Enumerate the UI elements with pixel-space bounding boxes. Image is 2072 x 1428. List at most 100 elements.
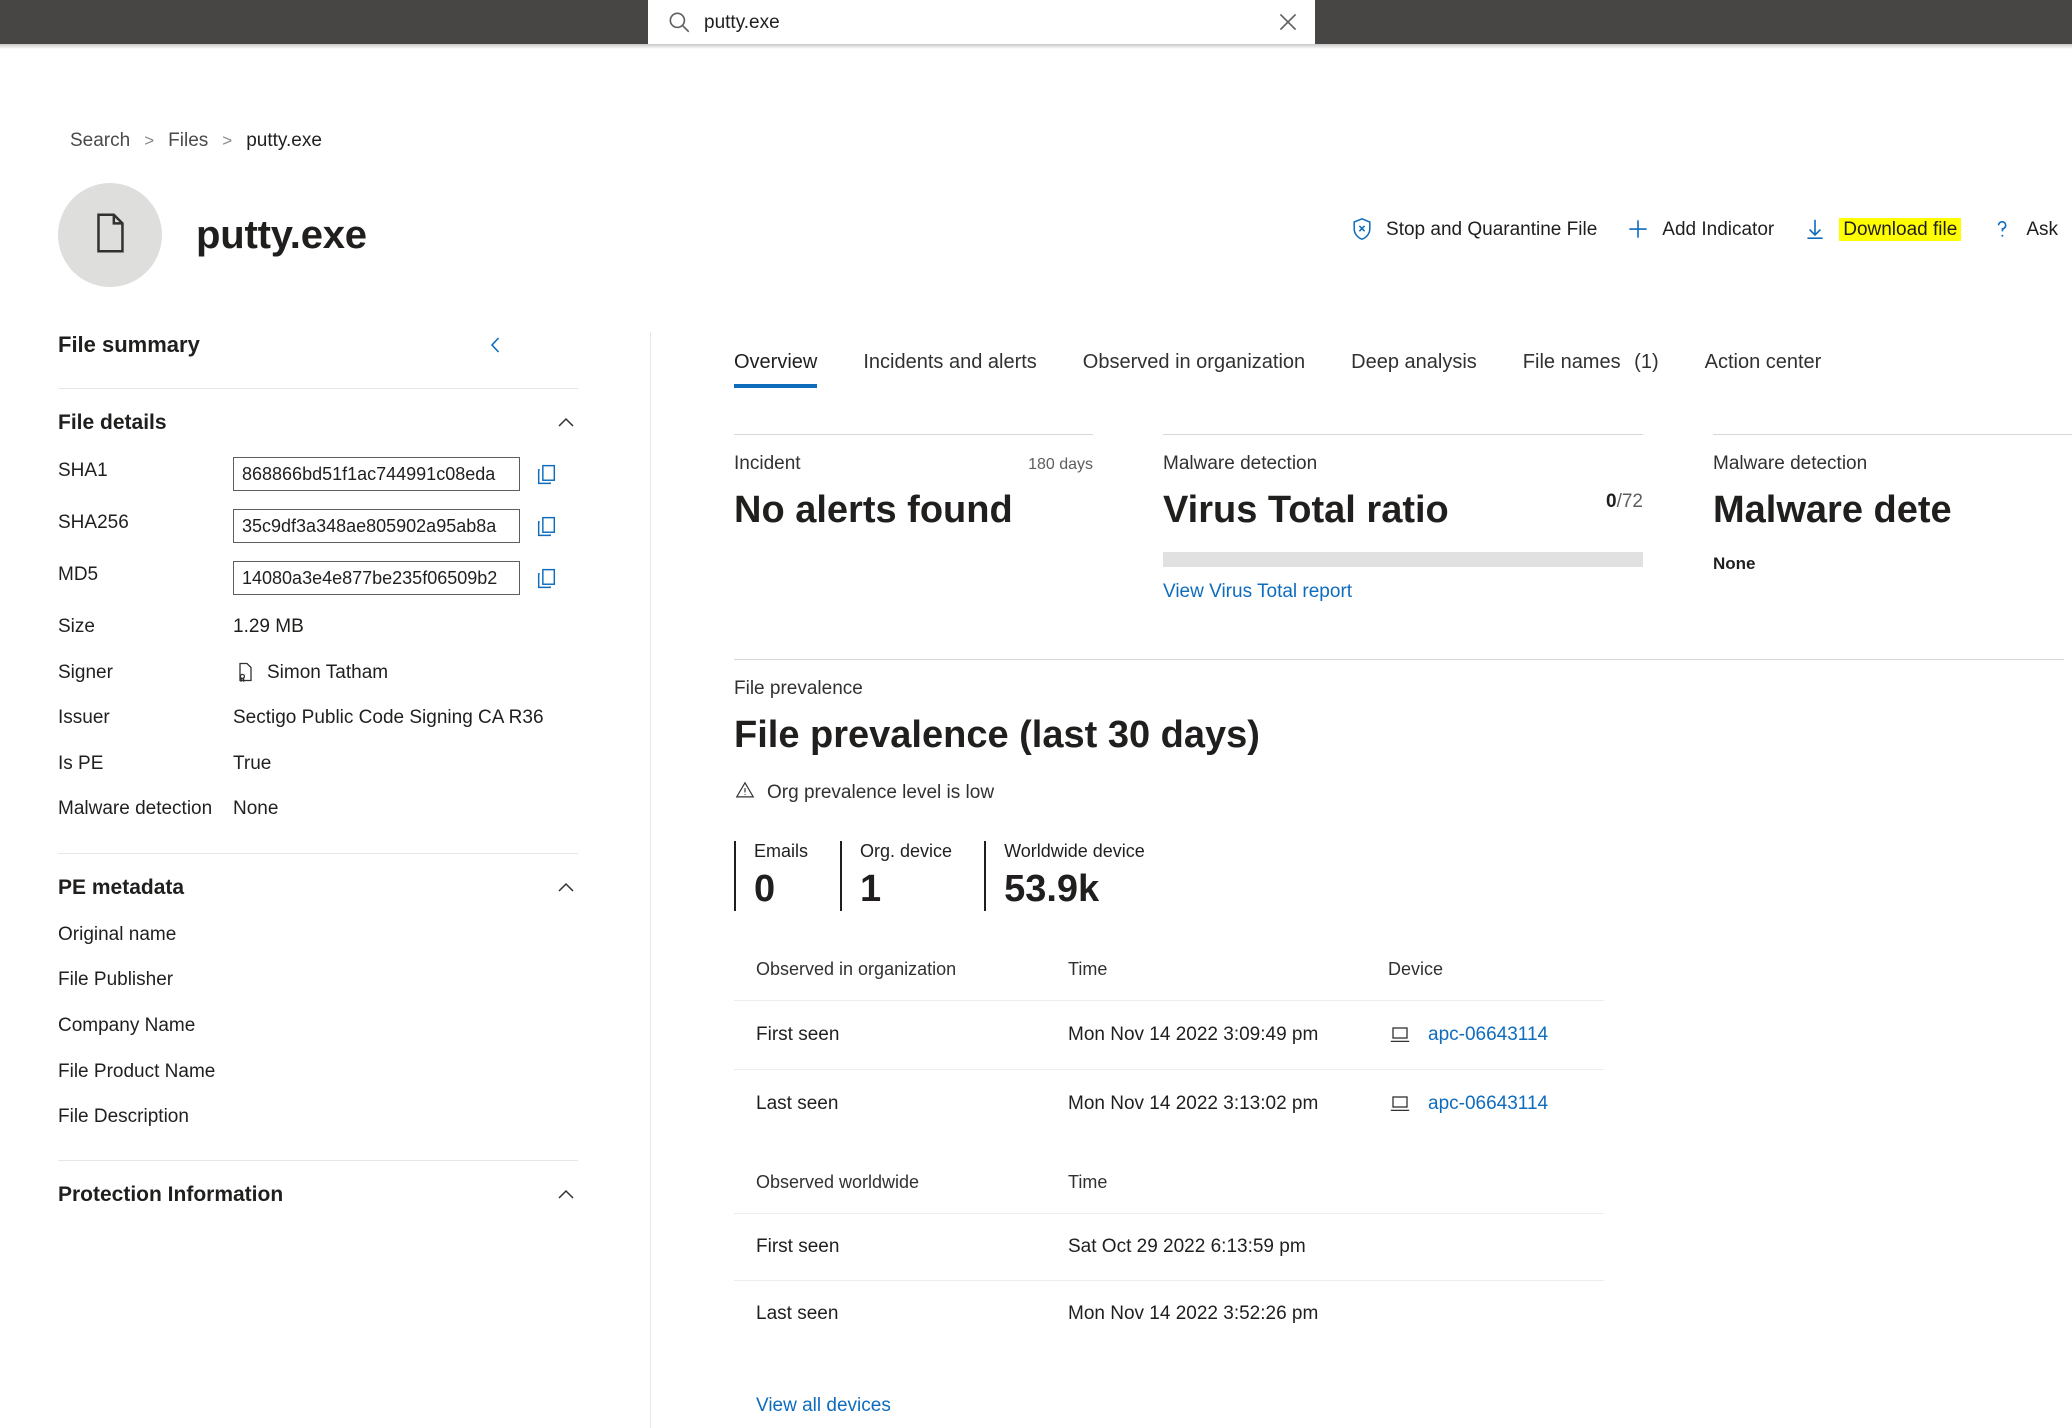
tab-incidents-and-alerts[interactable]: Incidents and alerts: [840, 351, 1059, 388]
pe-field-file-description: File Description: [58, 1106, 189, 1128]
protection-information-header[interactable]: Protection Information: [58, 1183, 578, 1207]
tab-deep-analysis[interactable]: Deep analysis: [1328, 351, 1500, 388]
main-panel: Overview Incidents and alerts Observed i…: [722, 332, 2072, 1417]
copy-icon[interactable]: [534, 462, 559, 487]
chevron-up-icon[interactable]: [554, 876, 578, 900]
warning-triangle-icon: [734, 779, 756, 807]
device-icon: [1388, 1023, 1412, 1047]
file-icon: [87, 210, 133, 261]
incident-status: No alerts found: [734, 489, 1013, 531]
tab-deep-analysis-label: Deep analysis: [1351, 351, 1477, 373]
top-header-bar: putty.exe: [0, 0, 2072, 44]
search-icon: [666, 9, 692, 35]
file-summary-title: File summary: [58, 332, 200, 357]
col-header-time: Time: [1068, 1172, 1108, 1192]
prevalence-stats: Emails 0 Org. device 1 Worldwide device …: [734, 841, 2064, 911]
worldwide-first-seen-time: Sat Oct 29 2022 6:13:59 pm: [1068, 1236, 1306, 1257]
prevalence-warning: Org prevalence level is low: [734, 779, 2064, 807]
worldwide-first-seen-label: First seen: [756, 1236, 840, 1257]
stop-and-quarantine-file-button[interactable]: Stop and Quarantine File: [1335, 210, 1611, 248]
view-all-devices-link[interactable]: View all devices: [756, 1395, 891, 1417]
page-title-row: putty.exe: [58, 183, 367, 287]
stat-worldwide-device-label: Worldwide device: [1004, 841, 1145, 861]
file-prevalence-section: File prevalence File prevalence (last 30…: [734, 659, 2064, 1417]
file-details-header[interactable]: File details: [58, 411, 578, 435]
breadcrumb-item-files[interactable]: Files: [168, 130, 208, 152]
breadcrumb-item-current: putty.exe: [246, 130, 322, 151]
chevron-left-icon[interactable]: [484, 333, 508, 357]
add-indicator-button[interactable]: Add Indicator: [1611, 210, 1788, 248]
section-protection-information: Protection Information: [58, 1159, 578, 1207]
tab-bar: Overview Incidents and alerts Observed i…: [722, 332, 2072, 388]
row-is-pe: Is PE True: [58, 750, 578, 778]
observed-worldwide-table: Observed worldwide Time First seen Sat O…: [734, 1172, 1604, 1347]
device-icon: [1388, 1092, 1412, 1116]
breadcrumb-item-search[interactable]: Search: [70, 130, 130, 152]
chevron-up-icon[interactable]: [554, 1183, 578, 1207]
table-header-row: Observed in organization Time Device: [734, 959, 1604, 1000]
ask-label: Ask: [2026, 218, 2058, 240]
command-bar: Stop and Quarantine File Add Indicator D…: [1335, 210, 2072, 248]
view-virus-total-report-link[interactable]: View Virus Total report: [1163, 581, 1352, 603]
tab-observed-in-organization[interactable]: Observed in organization: [1060, 351, 1328, 388]
pe-field-file-publisher: File Publisher: [58, 969, 174, 991]
table-row: Last seen Mon Nov 14 2022 3:13:02 pm apc…: [734, 1069, 1604, 1138]
md5-field[interactable]: 14080a3e4e877be235f06509b2: [233, 561, 520, 595]
stat-worldwide-device-value: 53.9k: [1004, 868, 1100, 910]
stop-and-quarantine-file-label: Stop and Quarantine File: [1386, 218, 1598, 240]
org-first-seen-time: Mon Nov 14 2022 3:09:49 pm: [1068, 1024, 1319, 1045]
org-first-seen-label: First seen: [756, 1024, 840, 1045]
org-last-seen-time: Mon Nov 14 2022 3:13:02 pm: [1068, 1093, 1319, 1114]
sha1-field[interactable]: 868866bd51f1ac744991c08eda: [233, 457, 520, 491]
prevalence-warning-text: Org prevalence level is low: [767, 782, 995, 803]
table-row: First seen Sat Oct 29 2022 6:13:59 pm: [734, 1213, 1604, 1280]
download-icon: [1802, 216, 1828, 242]
breadcrumb: Search > Files > putty.exe: [70, 130, 322, 152]
file-summary-sidebar: File summary File details SHA1 868866bd5…: [58, 332, 640, 1207]
tab-overview[interactable]: Overview: [722, 351, 840, 388]
virus-total-title: Virus Total ratio: [1163, 489, 1449, 531]
download-file-button[interactable]: Download file: [1788, 210, 1975, 248]
chevron-up-icon[interactable]: [554, 411, 578, 435]
search-input[interactable]: putty.exe: [704, 13, 1275, 32]
close-icon[interactable]: [1275, 9, 1301, 35]
org-last-seen-label: Last seen: [756, 1093, 839, 1114]
stat-emails-label: Emails: [754, 841, 809, 861]
issuer-value: Sectigo Public Code Signing CA R36: [233, 707, 544, 729]
tab-action-center-label: Action center: [1704, 351, 1822, 373]
file-details-title: File details: [58, 411, 167, 434]
row-issuer: Issuer Sectigo Public Code Signing CA R3…: [58, 704, 578, 732]
tab-file-names[interactable]: File names (1): [1500, 351, 1682, 388]
col-header-time: Time: [1068, 959, 1108, 979]
cards-row: Incident 180 days No alerts found Malwar…: [722, 434, 2072, 603]
malware-detection-value: None: [233, 798, 279, 820]
org-first-seen-device-link[interactable]: apc-06643114: [1428, 1024, 1548, 1046]
virus-total-ratio: 0/72: [1606, 491, 1643, 513]
download-file-label: Download file: [1839, 217, 1962, 241]
global-search-box[interactable]: putty.exe: [648, 0, 1315, 44]
copy-icon[interactable]: [534, 566, 559, 591]
virus-total-numerator: 0: [1606, 491, 1617, 512]
org-last-seen-device-link[interactable]: apc-06643114: [1428, 1093, 1548, 1115]
row-sha256: SHA256 35c9df3a348ae805902a95ab8a: [58, 509, 578, 543]
malware-detection-label: Malware detection: [58, 798, 213, 820]
copy-icon[interactable]: [534, 514, 559, 539]
observed-in-organization-table: Observed in organization Time Device Fir…: [734, 959, 1604, 1138]
sidebar-divider: [650, 332, 651, 1428]
md5-label: MD5: [58, 564, 99, 585]
section-pe-metadata: PE metadata Original name File Publisher…: [58, 852, 578, 1130]
pe-metadata-header[interactable]: PE metadata: [58, 876, 578, 900]
table-header-row: Observed worldwide Time: [734, 1172, 1604, 1213]
size-value: 1.29 MB: [233, 616, 304, 637]
breadcrumb-separator: >: [222, 131, 233, 150]
tab-action-center[interactable]: Action center: [1682, 351, 1845, 388]
row-md5: MD5 14080a3e4e877be235f06509b2: [58, 561, 578, 595]
stat-org-device-label: Org. device: [860, 841, 953, 861]
sha256-field[interactable]: 35c9df3a348ae805902a95ab8a: [233, 509, 520, 543]
row-malware-detection: Malware detection None: [58, 795, 578, 823]
is-pe-value: True: [233, 752, 272, 774]
incident-timeframe: 180 days: [1028, 456, 1093, 473]
size-label: Size: [58, 616, 95, 637]
ask-button[interactable]: Ask: [1975, 210, 2072, 248]
col-header-device: Device: [1388, 959, 1444, 979]
